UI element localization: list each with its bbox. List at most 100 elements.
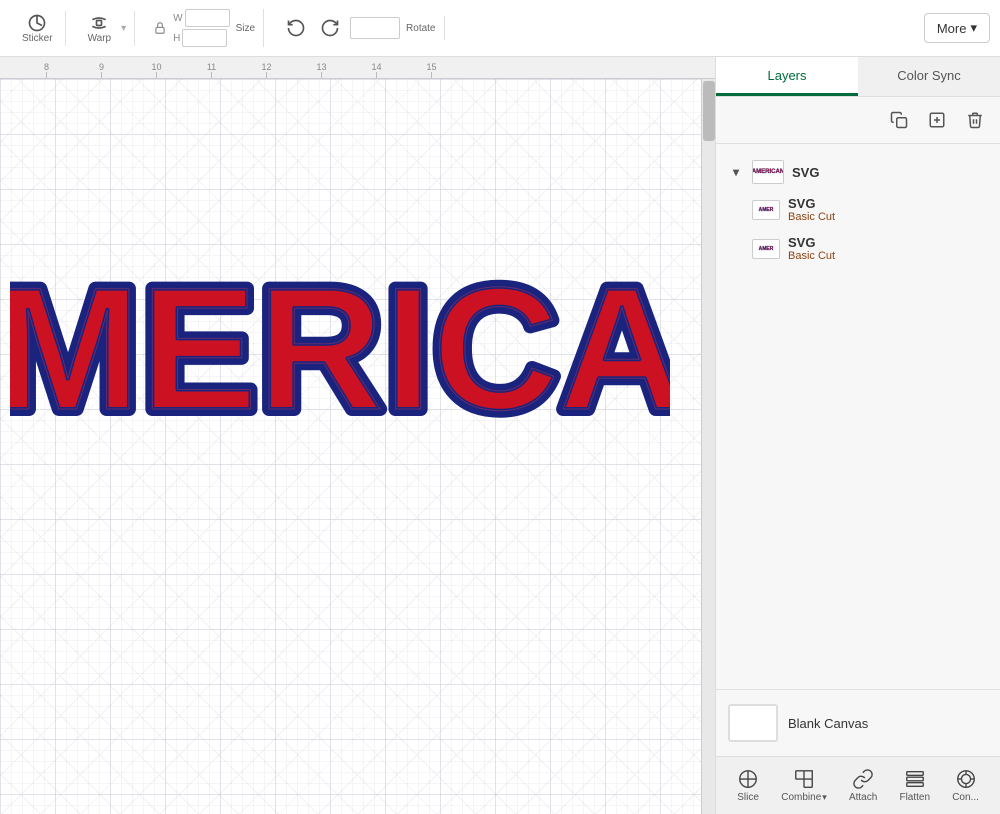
layers-list: ▾ AMERICAN SVG AMER SVG Basic Cut: [716, 144, 1000, 689]
bottom-toolbar: Slice Combine ▾ Attach: [716, 756, 1000, 814]
tab-color-sync-label: Color Sync: [897, 68, 961, 83]
attach-icon: [852, 768, 874, 790]
layer-1-sub: Basic Cut: [788, 211, 835, 223]
duplicate-icon: [890, 111, 908, 129]
ruler-mark-10: 10: [129, 62, 184, 78]
layer-item-2[interactable]: AMER SVG Basic Cut: [716, 229, 1000, 268]
panel-tabs: Layers Color Sync: [716, 57, 1000, 97]
layer-group-name: SVG: [792, 165, 819, 180]
layer-2-info: SVG Basic Cut: [788, 235, 835, 262]
main-toolbar: Sticker Warp ▾ W H S: [0, 0, 1000, 57]
warp-icon: [89, 13, 109, 33]
duplicate-layer-button[interactable]: [884, 105, 914, 135]
height-row: H: [173, 29, 229, 47]
slice-button[interactable]: Slice: [731, 764, 765, 807]
warp-label: Warp: [88, 33, 112, 44]
slice-label: Slice: [737, 792, 759, 803]
blank-canvas-label: Blank Canvas: [788, 716, 868, 731]
warp-button[interactable]: Warp: [84, 11, 116, 46]
ruler-mark-14: 14: [349, 62, 404, 78]
sticker-icon: [27, 13, 47, 33]
combine-button[interactable]: Combine ▾: [775, 764, 833, 807]
size-inputs: W H: [173, 9, 229, 47]
panel-toolbar: [716, 97, 1000, 144]
layer-group-1: ▾ AMERICAN SVG AMER SVG Basic Cut: [716, 154, 1000, 268]
lock-icon: [153, 21, 167, 35]
layer-2-name: SVG: [788, 235, 835, 250]
rotate-label: Rotate: [406, 23, 435, 34]
grid-background: [0, 79, 715, 814]
width-input[interactable]: [185, 9, 230, 27]
canvas-area: 8 9 10 11 12 13 14 15 AMERICAN AMERICAN: [0, 57, 715, 814]
main-area: 8 9 10 11 12 13 14 15 AMERICAN AMERICAN: [0, 57, 1000, 814]
tab-layers[interactable]: Layers: [716, 57, 858, 96]
slice-icon: [737, 768, 759, 790]
layer-group-header[interactable]: ▾ AMERICAN SVG: [716, 154, 1000, 190]
layer-1-name: SVG: [788, 196, 835, 211]
ruler-mark-13: 13: [294, 62, 349, 78]
warp-section: Warp ▾: [76, 11, 136, 46]
width-row: W: [173, 9, 229, 27]
contour-button[interactable]: Con...: [946, 764, 985, 807]
ruler-mark-9: 9: [74, 62, 129, 78]
warp-chevron: ▾: [121, 23, 126, 34]
rotate-input[interactable]: [350, 17, 400, 39]
flatten-icon: [904, 768, 926, 790]
ruler-mark-8: 8: [19, 62, 74, 78]
sticker-label: Sticker: [22, 33, 53, 44]
canvas-content[interactable]: AMERICAN AMERICAN AMERICAN: [0, 79, 715, 814]
rotate-cw-icon: [320, 18, 340, 38]
scrollbar-thumb[interactable]: [703, 81, 715, 141]
more-section: More ▾: [924, 13, 990, 43]
blank-canvas-thumb: [728, 704, 778, 742]
lock-icon-area: [153, 21, 167, 35]
size-section: W H Size: [145, 9, 264, 47]
flatten-button[interactable]: Flatten: [893, 764, 936, 807]
h-label: H: [173, 33, 180, 44]
sticker-button[interactable]: Sticker: [18, 11, 57, 46]
add-layer-button[interactable]: [922, 105, 952, 135]
ruler-mark-11: 11: [184, 62, 239, 78]
layer-1-thumb: AMER: [752, 200, 780, 220]
rotate-section: Rotate: [274, 16, 444, 40]
right-panel: Layers Color Sync: [715, 57, 1000, 814]
contour-icon: [955, 768, 977, 790]
size-label: Size: [236, 23, 255, 34]
more-label: More: [937, 21, 967, 36]
ruler-mark-15: 15: [404, 62, 459, 78]
combine-chevron: ▾: [822, 792, 827, 803]
combine-label-wrap: Combine ▾: [781, 792, 827, 803]
rotate-cw-button[interactable]: [316, 16, 344, 40]
layer-2-thumb: AMER: [752, 239, 780, 259]
layer-group-thumb: AMERICAN: [752, 160, 784, 184]
blank-canvas-section: Blank Canvas: [716, 689, 1000, 756]
w-label: W: [173, 13, 182, 24]
layer-1-info: SVG Basic Cut: [788, 196, 835, 223]
blank-canvas-item[interactable]: Blank Canvas: [728, 700, 988, 746]
more-button[interactable]: More ▾: [924, 13, 990, 43]
layer-group-info: SVG: [792, 165, 819, 180]
tab-color-sync[interactable]: Color Sync: [858, 57, 1000, 96]
ruler-horizontal: 8 9 10 11 12 13 14 15: [0, 57, 715, 79]
ruler-marks: 8 9 10 11 12 13 14 15: [19, 62, 459, 78]
height-input[interactable]: [182, 29, 227, 47]
more-arrow: ▾: [970, 20, 977, 36]
add-layer-icon: [928, 111, 946, 129]
layer-item-1[interactable]: AMER SVG Basic Cut: [716, 190, 1000, 229]
attach-button[interactable]: Attach: [843, 764, 883, 807]
rotate-ccw-icon: [286, 18, 306, 38]
sticker-section: Sticker: [10, 11, 66, 46]
vertical-scrollbar[interactable]: [701, 79, 715, 814]
combine-label: Combine: [781, 792, 821, 803]
tab-layers-label: Layers: [767, 68, 806, 83]
layer-2-sub: Basic Cut: [788, 250, 835, 262]
ruler-mark-12: 12: [239, 62, 294, 78]
delete-layer-button[interactable]: [960, 105, 990, 135]
rotate-ccw-button[interactable]: [282, 16, 310, 40]
delete-layer-icon: [966, 111, 984, 129]
flatten-label: Flatten: [899, 792, 930, 803]
contour-label: Con...: [952, 792, 979, 803]
combine-icon: [793, 768, 815, 790]
attach-label: Attach: [849, 792, 877, 803]
chevron-down-icon: ▾: [728, 164, 744, 180]
